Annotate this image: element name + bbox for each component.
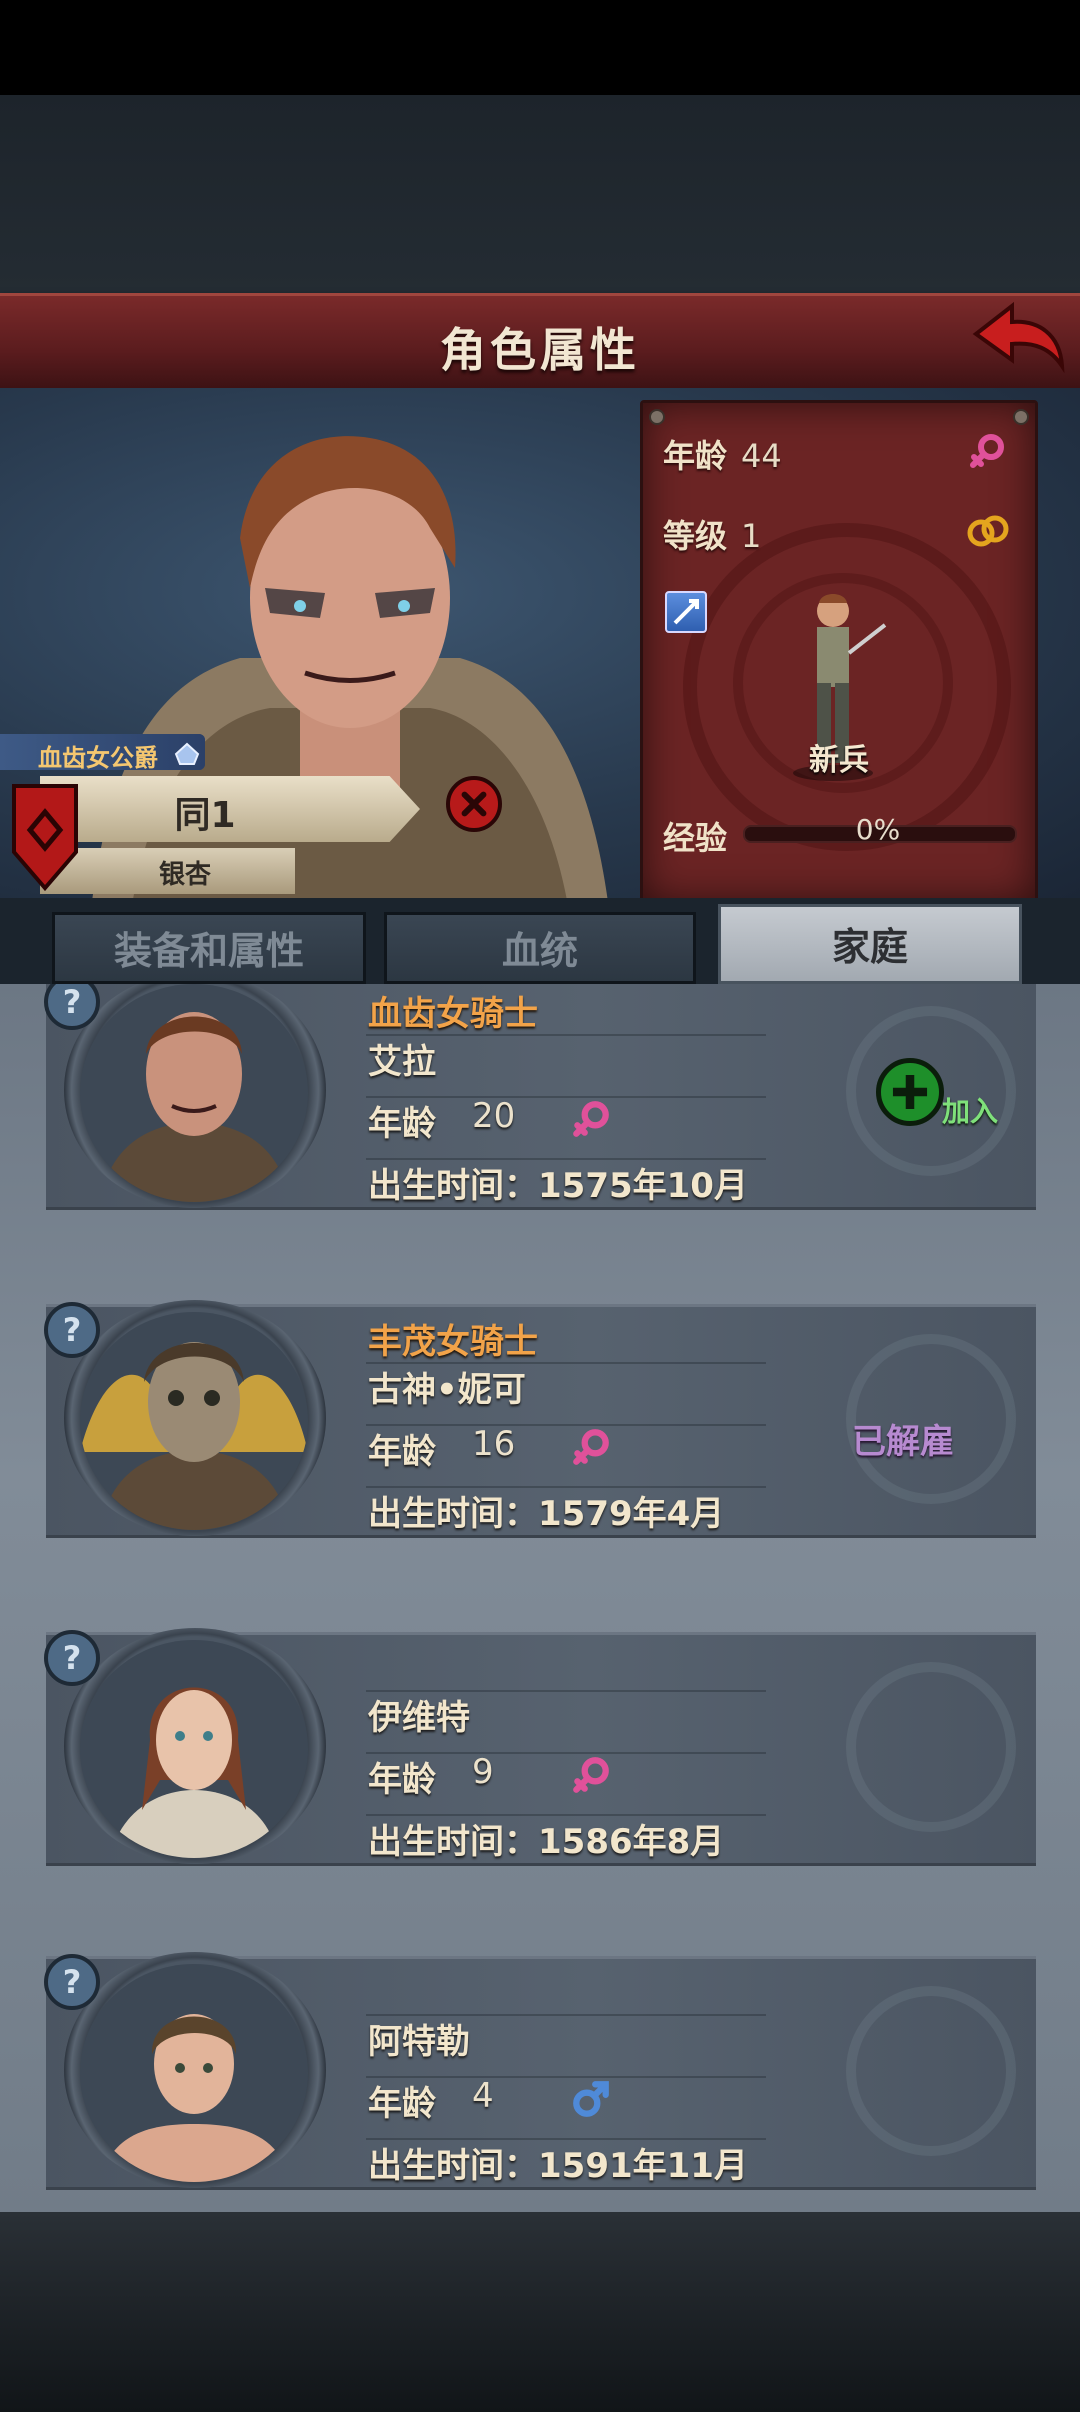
- avatar: [80, 984, 308, 1202]
- member-birth: 出生时间：1575年10月: [368, 1166, 748, 1206]
- member-age-label: 年龄: [368, 1104, 436, 1144]
- house-name: 银杏: [158, 860, 211, 890]
- level-label: 等级: [663, 517, 728, 555]
- member-name: 伊维特: [368, 1698, 470, 1738]
- member-age-label: 年龄: [368, 2084, 436, 2124]
- add-icon[interactable]: [876, 1058, 944, 1126]
- level-row: 等级 1: [663, 511, 761, 557]
- family-card[interactable]: ? 丰茂女骑士 古神•妮可 年龄 16 出生时间：1579年4月 已解雇: [44, 1300, 1036, 1538]
- crown-icon: [174, 742, 200, 765]
- noble-title: 血齿女公爵: [38, 744, 158, 772]
- bottom-backdrop: [0, 2212, 1080, 2412]
- member-name: 阿特勒: [368, 2022, 470, 2062]
- level-value: 1: [741, 517, 762, 555]
- member-title: 丰茂女骑士: [368, 1322, 538, 1362]
- rivet: [649, 409, 665, 425]
- male-icon: [573, 2081, 609, 2117]
- member-name: 古神•妮可: [368, 1370, 526, 1410]
- tab-equipment[interactable]: 装备和属性: [52, 912, 366, 984]
- tab-bloodline[interactable]: 血统: [384, 912, 696, 984]
- member-title: 血齿女骑士: [368, 994, 538, 1034]
- member-age-label: 年龄: [368, 1760, 436, 1800]
- age-label: 年龄: [663, 437, 728, 475]
- member-name: 艾拉: [368, 1042, 436, 1082]
- female-icon: [970, 434, 1004, 468]
- family-card[interactable]: ? 伊维特 年龄 9 出生时间：1586年8月: [44, 1628, 1036, 1866]
- member-birth: 出生时间：1591年11月: [368, 2146, 748, 2186]
- dismissed-status: 已解雇: [852, 1422, 954, 1462]
- knot-ornament: [846, 1986, 1016, 2156]
- exp-value: 0%: [855, 813, 901, 846]
- avatar: [80, 1640, 308, 1858]
- house-crest-icon: [12, 784, 78, 892]
- page-title: 角色属性: [440, 323, 640, 377]
- member-age-label: 年龄: [368, 1432, 436, 1472]
- back-arrow-icon[interactable]: [968, 300, 1068, 380]
- stat-panel: 年龄 44 等级 1 新兵 经验 0%: [640, 400, 1038, 904]
- member-age: 20: [472, 1096, 516, 1136]
- class-label: 新兵: [809, 743, 869, 778]
- age-value: 44: [741, 437, 782, 475]
- member-birth: 出生时间：1586年8月: [368, 1822, 725, 1862]
- female-icon: [573, 1429, 609, 1465]
- female-icon: [573, 1757, 609, 1793]
- tab-family[interactable]: 家庭: [718, 904, 1022, 984]
- avatar: [80, 1312, 308, 1530]
- help-icon[interactable]: ?: [44, 1630, 100, 1686]
- age-row: 年龄 44: [663, 431, 782, 477]
- member-birth: 出生时间：1579年4月: [368, 1494, 725, 1534]
- female-icon: [573, 1101, 609, 1137]
- skill-icon[interactable]: [665, 591, 707, 633]
- knot-ornament: [846, 1662, 1016, 1832]
- member-age: 4: [472, 2076, 494, 2116]
- header-bar: 角色属性: [0, 293, 1080, 391]
- family-card[interactable]: ? 血齿女骑士 艾拉 年龄 20 出生时间：1575年10月 加入: [44, 984, 1036, 1210]
- character-name: 同1: [174, 795, 236, 836]
- member-age: 16: [472, 1424, 516, 1464]
- game-screen: 角色属性 血齿女公爵 同1 银杏 年龄 44 等级 1 新兵 经验 0% 装备和…: [0, 0, 1080, 2412]
- help-icon[interactable]: ?: [44, 1302, 100, 1358]
- join-button[interactable]: 加入: [942, 1090, 998, 1130]
- avatar: [80, 1964, 308, 2182]
- top-backdrop: [0, 95, 1080, 295]
- family-list: ? 血齿女骑士 艾拉 年龄 20 出生时间：1575年10月 加入 ? 丰茂女骑…: [0, 984, 1080, 2212]
- exp-label: 经验: [663, 819, 728, 857]
- member-age: 9: [472, 1752, 494, 1792]
- rivet: [1013, 409, 1029, 425]
- rings-icon: [967, 515, 1009, 547]
- family-card[interactable]: ? 阿特勒 年龄 4 出生时间：1591年11月: [44, 1952, 1036, 2190]
- close-icon[interactable]: [446, 776, 502, 832]
- help-icon[interactable]: ?: [44, 1954, 100, 2010]
